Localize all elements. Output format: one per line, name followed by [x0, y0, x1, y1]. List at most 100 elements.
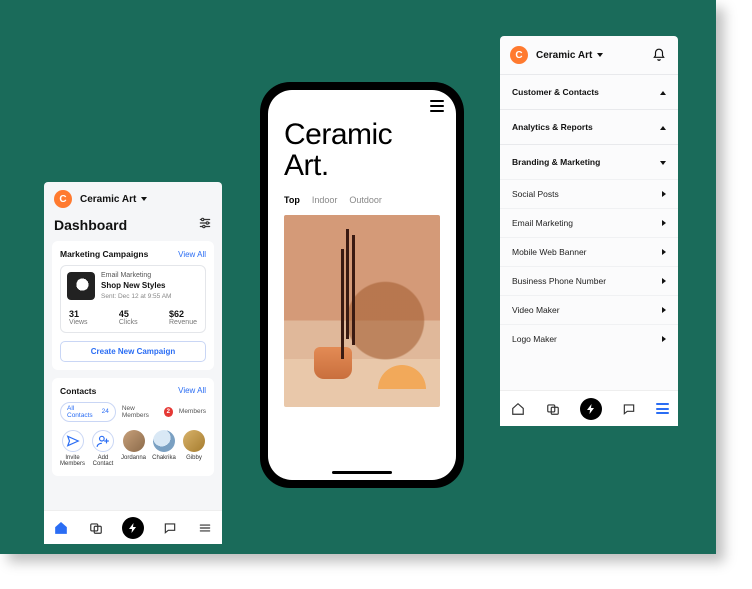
product-image[interactable]: [284, 215, 440, 407]
website-preview-phone: Ceramic Art. Top Indoor Outdoor: [260, 82, 464, 488]
menu-label: Email Marketing: [512, 218, 573, 228]
contact-name: Chakrika: [152, 455, 176, 462]
site-menu-icon[interactable]: [430, 100, 444, 112]
chevron-right-icon: [662, 276, 666, 286]
section-label: Branding & Marketing: [512, 157, 600, 167]
menu-email-marketing[interactable]: Email Marketing: [500, 208, 678, 237]
pill-new-members[interactable]: New Members 2: [122, 405, 173, 419]
dashboard-panel: C Ceramic Art Dashboard Marketing Campai…: [44, 182, 222, 544]
stat-revenue: $62 Revenue: [169, 309, 197, 326]
chevron-up-icon: [658, 87, 666, 97]
nav-chat-icon[interactable]: [162, 520, 178, 536]
menu-video-maker[interactable]: Video Maker: [500, 295, 678, 324]
section-customer-contacts[interactable]: Customer & Contacts: [500, 74, 678, 109]
section-label: Analytics & Reports: [512, 122, 593, 132]
website-preview: Ceramic Art. Top Indoor Outdoor: [268, 90, 456, 480]
pill-all-count: 24: [102, 408, 109, 415]
contact-jordanna[interactable]: Jordanna: [121, 430, 146, 462]
contact-name: Jordanna: [121, 455, 146, 462]
nav-menu-icon[interactable]: [197, 520, 213, 536]
contact-name: Gibby: [186, 455, 202, 462]
campaign-item[interactable]: Email Marketing Shop New Styles Sent: De…: [60, 265, 206, 333]
dashboard-header: C Ceramic Art: [44, 182, 222, 212]
nav-quick-action-icon[interactable]: [580, 398, 602, 420]
menu-label: Social Posts: [512, 189, 559, 199]
nav-home-icon[interactable]: [510, 401, 526, 417]
avatar: [183, 430, 205, 452]
tab-top[interactable]: Top: [284, 195, 300, 205]
site-category-tabs: Top Indoor Outdoor: [268, 195, 456, 215]
stat-revenue-value: $62: [169, 309, 197, 319]
add-contact-button[interactable]: Add Contact: [91, 430, 115, 468]
invite-members-button[interactable]: Invite Members: [60, 430, 85, 468]
chevron-down-icon: [658, 157, 666, 167]
create-campaign-button[interactable]: Create New Campaign: [60, 341, 206, 362]
page-title: Dashboard: [54, 217, 127, 233]
menu-mobile-web-banner[interactable]: Mobile Web Banner: [500, 237, 678, 266]
chevron-up-icon: [658, 122, 666, 132]
stat-views-label: Views: [69, 319, 88, 326]
canvas: C Ceramic Art Dashboard Marketing Campai…: [0, 0, 716, 554]
campaign-type: Email Marketing: [101, 272, 171, 281]
contact-chakrika[interactable]: Chakrika: [152, 430, 176, 462]
campaigns-card: Marketing Campaigns View All Email Marke…: [52, 241, 214, 370]
menu-panel: C Ceramic Art Customer & Contacts Analyt…: [500, 36, 678, 426]
menu-header: C Ceramic Art: [500, 36, 678, 74]
contacts-card: Contacts View All All Contacts 24 New Me…: [52, 378, 214, 476]
chevron-right-icon: [662, 305, 666, 315]
plant-decoration: [346, 229, 349, 339]
bottom-nav: [44, 510, 222, 544]
stat-clicks: 45 Clicks: [119, 309, 138, 326]
nav-menu-icon[interactable]: [656, 403, 669, 414]
menu-business-phone[interactable]: Business Phone Number: [500, 266, 678, 295]
chevron-right-icon: [662, 247, 666, 257]
pill-new-count: 2: [164, 407, 173, 417]
avatar: [153, 430, 175, 452]
section-branding-marketing[interactable]: Branding & Marketing: [500, 144, 678, 179]
nav-site-icon[interactable]: [88, 520, 104, 536]
nav-quick-action-icon[interactable]: [122, 517, 144, 539]
campaigns-view-all[interactable]: View All: [178, 250, 206, 259]
menu-social-posts[interactable]: Social Posts: [500, 179, 678, 208]
pill-all-label: All Contacts: [67, 405, 99, 419]
pill-new-label: New Members: [122, 405, 161, 419]
site-switcher[interactable]: Ceramic Art: [80, 194, 147, 205]
invite-members-label: Invite Members: [60, 455, 85, 468]
tab-indoor[interactable]: Indoor: [312, 195, 338, 205]
chevron-right-icon: [662, 189, 666, 199]
nav-chat-icon[interactable]: [621, 401, 637, 417]
chevron-right-icon: [662, 218, 666, 228]
stat-clicks-label: Clicks: [119, 319, 138, 326]
section-analytics-reports[interactable]: Analytics & Reports: [500, 109, 678, 144]
site-logo: C: [510, 46, 528, 64]
tab-outdoor[interactable]: Outdoor: [349, 195, 382, 205]
site-switcher[interactable]: Ceramic Art: [536, 50, 603, 61]
site-logo: C: [54, 190, 72, 208]
menu-label: Video Maker: [512, 305, 560, 315]
contacts-heading: Contacts: [60, 386, 96, 396]
menu-label: Business Phone Number: [512, 276, 606, 286]
pill-members[interactable]: Members: [179, 408, 206, 415]
settings-icon[interactable]: [198, 216, 212, 233]
bottom-nav: [500, 390, 678, 426]
campaigns-heading: Marketing Campaigns: [60, 249, 148, 259]
add-contact-icon: [92, 430, 114, 452]
contact-gibby[interactable]: Gibby: [182, 430, 206, 462]
stat-revenue-label: Revenue: [169, 319, 197, 326]
nav-site-icon[interactable]: [545, 401, 561, 417]
pill-all-contacts[interactable]: All Contacts 24: [60, 402, 116, 422]
notifications-icon[interactable]: [652, 48, 666, 62]
home-indicator: [332, 471, 392, 474]
nav-home-icon[interactable]: [53, 520, 69, 536]
pill-members-label: Members: [179, 408, 206, 415]
menu-label: Mobile Web Banner: [512, 247, 587, 257]
campaign-sent: Sent: Dec 12 at 9:55 AM: [101, 293, 171, 301]
menu-logo-maker[interactable]: Logo Maker: [500, 324, 678, 353]
section-label: Customer & Contacts: [512, 87, 599, 97]
avatar: [123, 430, 145, 452]
contacts-view-all[interactable]: View All: [178, 386, 206, 395]
send-icon: [62, 430, 84, 452]
dashboard-title-row: Dashboard: [44, 212, 222, 241]
chevron-right-icon: [662, 334, 666, 344]
menu-label: Logo Maker: [512, 334, 557, 344]
